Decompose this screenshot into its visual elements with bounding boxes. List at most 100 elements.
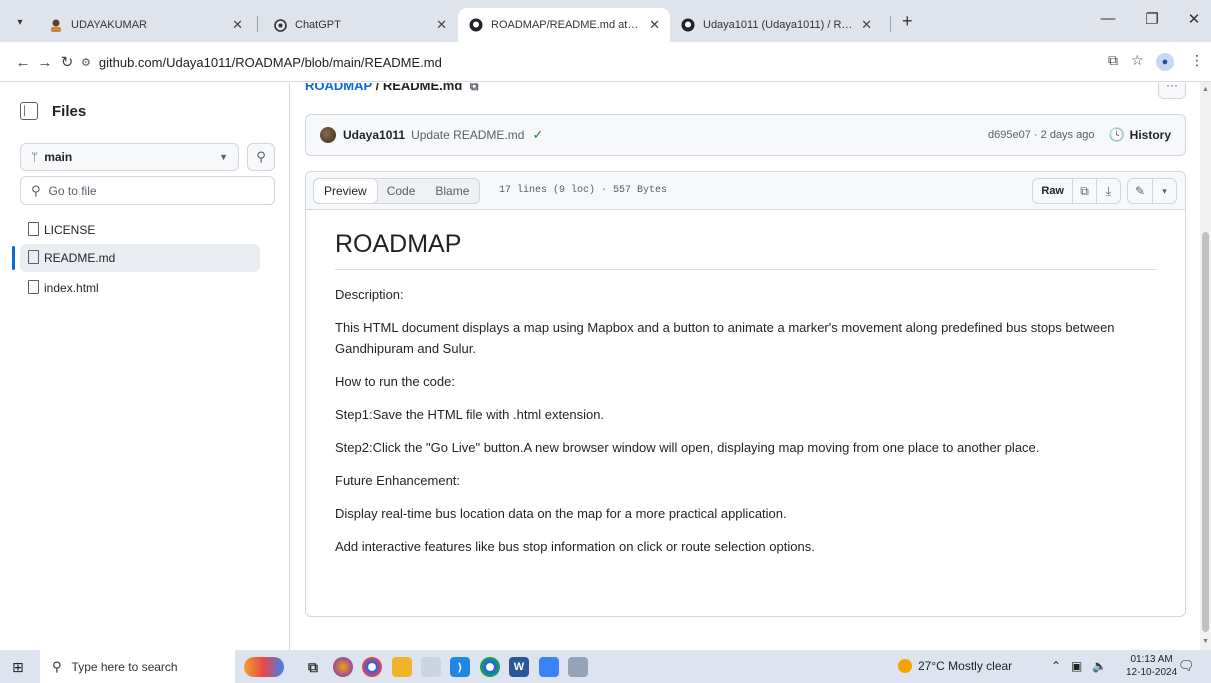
tab-preview[interactable]: Preview [313, 178, 378, 204]
tab-title: ROADMAP/README.md at main [491, 19, 642, 31]
volume-icon[interactable]: 🔈 [1092, 659, 1107, 673]
system-clock[interactable]: 01:13 AM 12-10-2024 [1126, 653, 1177, 679]
branch-name: main [44, 150, 73, 164]
photos-icon[interactable] [539, 657, 559, 677]
chevron-down-icon[interactable]: ▾ [1152, 179, 1176, 203]
weather-text: 27°C Mostly clear [918, 659, 1013, 673]
breadcrumb-repo-link[interactable]: ROADMAP [305, 83, 372, 93]
commit-message[interactable]: Update README.md [411, 128, 524, 142]
window-close-icon[interactable]: ✕ [1182, 10, 1206, 28]
copy-raw-icon[interactable]: ⧉ [1072, 179, 1096, 203]
app-icon[interactable] [421, 657, 441, 677]
readme-paragraph: How to run the code: [335, 374, 455, 389]
tab-search-button[interactable]: ▾ [9, 11, 31, 33]
close-icon[interactable]: ✕ [649, 17, 660, 33]
tab-udayakumar[interactable]: UDAYAKUMAR ✕ [38, 8, 253, 42]
install-app-icon[interactable]: ⧉ [1108, 52, 1118, 69]
tab-title: ChatGPT [295, 19, 341, 31]
taskbar-search[interactable]: ⚲ Type here to search [40, 650, 235, 683]
back-arrow-icon[interactable]: ← [12, 51, 34, 73]
go-to-file-input[interactable]: ⚲ Go to file [20, 176, 275, 205]
file-icon [28, 250, 39, 264]
taskbar-search-placeholder: Type here to search [71, 659, 178, 674]
file-tree-item-readme[interactable]: README.md [20, 244, 260, 272]
file-tree-item-index-html[interactable]: index.html [20, 274, 260, 302]
github-favicon-icon [468, 17, 484, 33]
file-tree-sidebar: ▏ Files ᛘ main ▼ ⚲ ⚲ Go to file LICENSE … [0, 83, 290, 650]
forward-arrow-icon[interactable]: → [34, 51, 56, 73]
site-settings-icon[interactable]: ⚙ [81, 56, 91, 69]
commit-author[interactable]: Udaya1011 [343, 128, 405, 142]
tab-chatgpt[interactable]: ChatGPT ✕ [262, 8, 457, 42]
file-name: LICENSE [44, 223, 96, 237]
breadcrumb-separator: / [375, 83, 380, 93]
weather-widget[interactable]: 27°C Mostly clear [898, 659, 1012, 673]
tab-title: Udaya1011 (Udaya1011) / Repo [703, 19, 854, 31]
close-icon[interactable]: ✕ [232, 17, 243, 33]
readme-paragraph: Display real-time bus location data on t… [335, 506, 787, 521]
diwali-widget-icon[interactable] [244, 657, 284, 677]
profile-avatar-icon[interactable]: ● [1156, 53, 1174, 71]
check-icon[interactable]: ✓ [532, 127, 543, 143]
download-icon[interactable]: ⤓ [1096, 179, 1120, 203]
tab-code[interactable]: Code [377, 179, 426, 203]
readme-paragraph: Add interactive features like bus stop i… [335, 539, 815, 554]
browser-menu-icon[interactable]: ⋮ [1190, 52, 1204, 69]
raw-copy-download-group: Raw ⧉ ⤓ [1032, 178, 1121, 204]
scroll-up-icon[interactable]: ▲ [1202, 86, 1209, 93]
readme-paragraph: Description: [335, 287, 404, 302]
task-view-icon[interactable]: ⧉ [303, 657, 323, 677]
minimize-icon[interactable]: — [1096, 10, 1120, 27]
sidebar-header: ▏ Files [20, 102, 86, 120]
app-icon[interactable] [568, 657, 588, 677]
search-icon: ⚲ [31, 182, 41, 198]
history-button[interactable]: 🕓 History [1108, 127, 1171, 143]
edit-pencil-icon[interactable]: ✎ [1128, 179, 1152, 203]
tray-overflow-icon[interactable]: ⌃ [1051, 659, 1061, 673]
browser-tab-strip: ▾ UDAYAKUMAR ✕ ChatGPT ✕ ROADMAP/README.… [0, 0, 1211, 42]
scroll-down-icon[interactable]: ▼ [1202, 638, 1209, 645]
tab-divider [257, 16, 258, 32]
scrollbar-thumb[interactable] [1202, 232, 1209, 632]
network-icon[interactable]: ▣ [1071, 659, 1082, 673]
collapse-panel-icon[interactable]: ▏ [20, 102, 38, 120]
tab-title: UDAYAKUMAR [71, 19, 147, 31]
clock-time: 01:13 AM [1130, 654, 1173, 665]
address-bar[interactable]: ⚙ github.com/Udaya1011/ROADMAP/blob/main… [73, 48, 1123, 76]
history-label: History [1129, 128, 1171, 142]
windows-start-icon[interactable]: ⊞ [12, 659, 24, 676]
author-avatar[interactable] [320, 127, 336, 143]
close-icon[interactable]: ✕ [861, 17, 872, 33]
selected-indicator [12, 246, 15, 270]
branch-selector[interactable]: ᛘ main ▼ [20, 143, 239, 171]
word-icon[interactable]: W [509, 657, 529, 677]
github-page: ▏ Files ᛘ main ▼ ⚲ ⚲ Go to file LICENSE … [0, 83, 1200, 650]
commit-meta[interactable]: d695e07 · 2 days ago [988, 129, 1094, 141]
page-scrollbar[interactable]: ▲ ▼ [1200, 82, 1211, 650]
github-favicon-icon [680, 17, 696, 33]
new-tab-button[interactable]: + [902, 11, 913, 31]
tab-roadmap-readme[interactable]: ROADMAP/README.md at main ✕ [458, 8, 670, 42]
readme-paragraph: Step2:Click the "Go Live" button.A new b… [335, 440, 1040, 455]
edit-group: ✎ ▾ [1127, 178, 1177, 204]
chatgpt-favicon-icon [272, 17, 288, 33]
raw-button[interactable]: Raw [1033, 179, 1072, 203]
restore-icon[interactable]: ❐ [1140, 10, 1164, 28]
chrome-icon[interactable] [362, 657, 382, 677]
url-text: github.com/Udaya1011/ROADMAP/blob/main/R… [98, 54, 442, 70]
copilot-icon[interactable] [333, 657, 353, 677]
bookmark-star-icon[interactable]: ☆ [1131, 52, 1144, 69]
more-options-icon[interactable]: ··· [1158, 83, 1186, 99]
file-tree-item-license[interactable]: LICENSE [20, 216, 260, 244]
file-explorer-icon[interactable] [392, 657, 412, 677]
vscode-icon[interactable]: ⟩ [450, 657, 470, 677]
tab-udaya1011-repos[interactable]: Udaya1011 (Udaya1011) / Repo ✕ [670, 8, 882, 42]
file-icon [28, 280, 39, 294]
tab-blame[interactable]: Blame [425, 179, 479, 203]
close-icon[interactable]: ✕ [436, 17, 447, 33]
notifications-icon[interactable]: 🗨 [1178, 658, 1195, 674]
search-icon[interactable]: ⚲ [247, 143, 275, 171]
copy-path-icon[interactable]: ⧉ [470, 83, 479, 93]
file-name: README.md [44, 251, 116, 265]
chrome-profile-icon[interactable] [480, 657, 500, 677]
